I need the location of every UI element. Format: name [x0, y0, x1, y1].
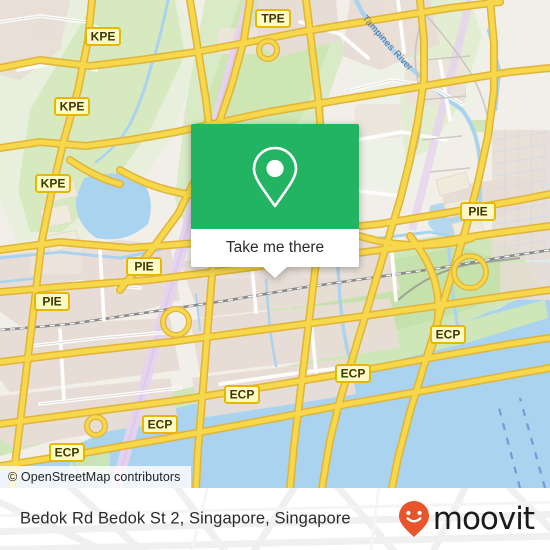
map-pin-icon [252, 146, 298, 207]
svg-text:ECP: ECP [55, 446, 80, 460]
moovit-pin-smiley-icon [398, 501, 429, 537]
highway-shield-kpe: KPE [85, 27, 121, 46]
take-me-there-button[interactable]: Take me there [191, 229, 359, 267]
osm-attribution[interactable]: © OpenStreetMap contributors [0, 466, 191, 488]
highway-shield-kpe: KPE [35, 174, 71, 193]
svg-text:ECP: ECP [148, 418, 173, 432]
svg-text:PIE: PIE [42, 295, 61, 309]
map-canvas[interactable]: Tampines River TPE KPE KPE KPE PIE PIE PIE ECP E… [0, 0, 550, 488]
moovit-map-screenshot: Tampines River TPE KPE KPE KPE PIE PIE PIE ECP E… [0, 0, 550, 550]
svg-text:TPE: TPE [261, 12, 284, 26]
location-popup-card[interactable]: Take me there [191, 124, 359, 278]
place-title: Bedok Rd Bedok St 2, Singapore, Singapor… [20, 509, 351, 528]
svg-text:ECP: ECP [230, 388, 255, 402]
highway-shield-tpe: TPE [255, 9, 291, 28]
highway-shield-ecp: ECP [142, 415, 178, 434]
take-me-there-label: Take me there [225, 239, 325, 256]
footer-bar: Bedok Rd Bedok St 2, Singapore, Singapor… [0, 488, 550, 550]
moovit-brand[interactable]: moovit [397, 500, 535, 538]
highway-shield-pie: PIE [126, 257, 162, 276]
highway-shield-pie: PIE [34, 292, 70, 311]
svg-text:KPE: KPE [60, 100, 85, 114]
svg-text:ECP: ECP [436, 328, 461, 342]
highway-shield-ecp: ECP [49, 443, 85, 462]
svg-text:PIE: PIE [134, 260, 153, 274]
moovit-wordmark: moovit [432, 500, 535, 537]
svg-text:PIE: PIE [468, 205, 487, 219]
svg-text:ECP: ECP [341, 367, 366, 381]
highway-shield-ecp: ECP [430, 325, 466, 344]
popup-icon-area [191, 124, 359, 229]
svg-text:KPE: KPE [91, 30, 116, 44]
highway-shield-pie: PIE [460, 202, 496, 221]
popup-pointer [263, 267, 287, 278]
highway-shield-ecp: ECP [224, 385, 260, 404]
svg-text:KPE: KPE [41, 177, 66, 191]
highway-shield-ecp: ECP [335, 364, 371, 383]
highway-shield-kpe: KPE [54, 97, 90, 116]
